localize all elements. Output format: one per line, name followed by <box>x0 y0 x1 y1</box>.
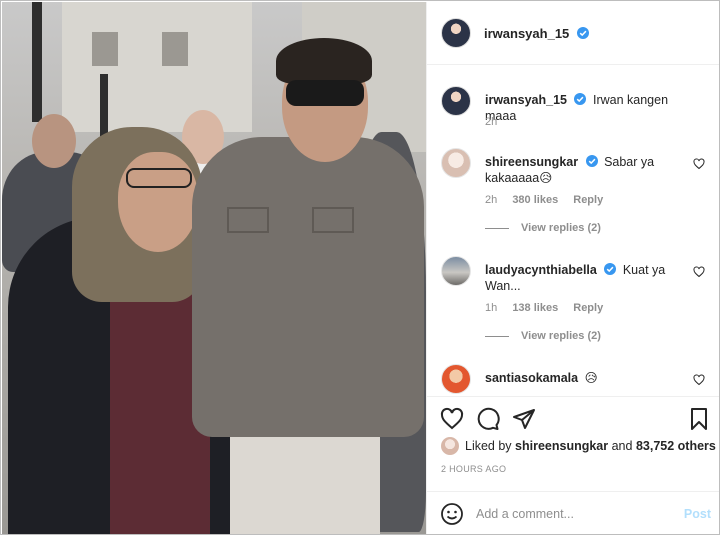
comment-time[interactable]: 2h <box>485 194 497 206</box>
man-sunglasses <box>286 80 364 106</box>
author-avatar[interactable] <box>441 18 471 48</box>
comment-icon[interactable] <box>476 407 500 431</box>
caption-username[interactable]: irwansyah_15 <box>485 93 567 107</box>
woman-glasses <box>126 168 192 188</box>
verified-badge-icon <box>576 26 589 39</box>
comment-text: laudyacynthiabella Kuat ya Wan... <box>485 262 685 294</box>
view-replies-label[interactable]: View replies (2) <box>521 222 601 234</box>
add-comment-bar: Add a comment... Post <box>427 491 719 534</box>
heart-icon[interactable] <box>693 158 705 170</box>
comment-time[interactable]: 1h <box>485 302 497 314</box>
comment-text: santiasokamala 😥 <box>485 370 685 386</box>
liked-by-user[interactable]: shireensungkar <box>515 439 608 453</box>
comment-meta: 1h 138 likes Reply <box>485 302 615 314</box>
bookmark-icon[interactable] <box>687 407 711 431</box>
heart-icon[interactable] <box>440 407 464 431</box>
heart-icon[interactable] <box>693 266 705 278</box>
man-pants <box>230 430 380 534</box>
view-replies-button[interactable]: View replies (2) <box>485 222 601 234</box>
view-replies-button[interactable]: View replies (2) <box>485 330 601 342</box>
woman-face <box>118 152 198 252</box>
background-building <box>62 2 252 132</box>
author-username-text[interactable]: irwansyah_15 <box>484 26 569 41</box>
comment-meta: 2h 380 likes Reply <box>485 194 615 206</box>
comment-item: shireensungkar Sabar ya kakaaaaa😥 2h 380… <box>441 148 711 248</box>
heart-icon[interactable] <box>693 374 705 386</box>
caption-text: irwansyah_15 Irwan kangen maaa <box>485 92 685 124</box>
caption-item: irwansyah_15 Irwan kangen maaa 2h <box>441 86 711 146</box>
commenter-username[interactable]: laudyacynthiabella <box>485 263 597 277</box>
commenter-username[interactable]: shireensungkar <box>485 155 578 169</box>
man-jacket <box>192 137 424 437</box>
commenter-username[interactable]: santiasokamala <box>485 371 578 385</box>
jacket-pocket <box>312 207 354 233</box>
commenter-avatar[interactable] <box>441 256 471 286</box>
liked-by-row: Liked by shireensungkar and 83,752 other… <box>441 437 716 455</box>
comment-likes[interactable]: 380 likes <box>512 194 558 206</box>
post-side-panel: irwansyah_15 irwansyah_15 Irwan kangen m… <box>426 2 719 534</box>
replies-divider <box>485 335 509 337</box>
post-header: irwansyah_15 <box>427 2 719 65</box>
liker-avatar[interactable] <box>441 437 459 455</box>
reply-button[interactable]: Reply <box>573 194 603 206</box>
verified-badge-icon <box>585 155 598 167</box>
comment-input[interactable]: Add a comment... <box>476 507 676 521</box>
comment-item: laudyacynthiabella Kuat ya Wan... 1h 138… <box>441 256 711 356</box>
caption-time[interactable]: 2h <box>485 116 497 128</box>
verified-badge-icon <box>574 93 587 105</box>
verified-badge-icon <box>604 263 617 275</box>
post-actions-bar <box>427 396 719 440</box>
post-photo[interactable] <box>2 2 426 534</box>
smiley-icon[interactable] <box>440 502 464 526</box>
liked-by-and: and <box>608 439 636 453</box>
liked-by-prefix: Liked by <box>465 439 516 453</box>
author-username[interactable]: irwansyah_15 <box>484 26 589 41</box>
jacket-pocket <box>227 207 269 233</box>
caption-avatar[interactable] <box>441 86 471 116</box>
commenter-avatar[interactable] <box>441 148 471 178</box>
view-replies-label[interactable]: View replies (2) <box>521 330 601 342</box>
comment-body: 😥 <box>584 371 598 385</box>
comment-text: shireensungkar Sabar ya kakaaaaa😥 <box>485 154 685 186</box>
reply-button[interactable]: Reply <box>573 302 603 314</box>
replies-divider <box>485 227 509 229</box>
paper-plane-icon[interactable] <box>512 407 536 431</box>
commenter-avatar[interactable] <box>441 364 471 394</box>
background-person-head <box>32 114 76 168</box>
street-lamp <box>32 2 42 122</box>
comments-list[interactable]: irwansyah_15 Irwan kangen maaa 2h shiree… <box>427 66 719 396</box>
post-comment-button[interactable]: Post <box>684 507 711 521</box>
man-hair <box>276 38 372 84</box>
comment-likes[interactable]: 138 likes <box>512 302 558 314</box>
building-window <box>92 32 118 66</box>
comment-item: santiasokamala 😥 <box>441 364 711 396</box>
instagram-post-window: irwansyah_15 irwansyah_15 Irwan kangen m… <box>0 0 720 535</box>
post-timestamp[interactable]: 2 HOURS AGO <box>441 464 506 474</box>
liked-by-others[interactable]: 83,752 others <box>636 439 716 453</box>
caption-meta: 2h <box>485 116 509 128</box>
building-window <box>162 32 188 66</box>
